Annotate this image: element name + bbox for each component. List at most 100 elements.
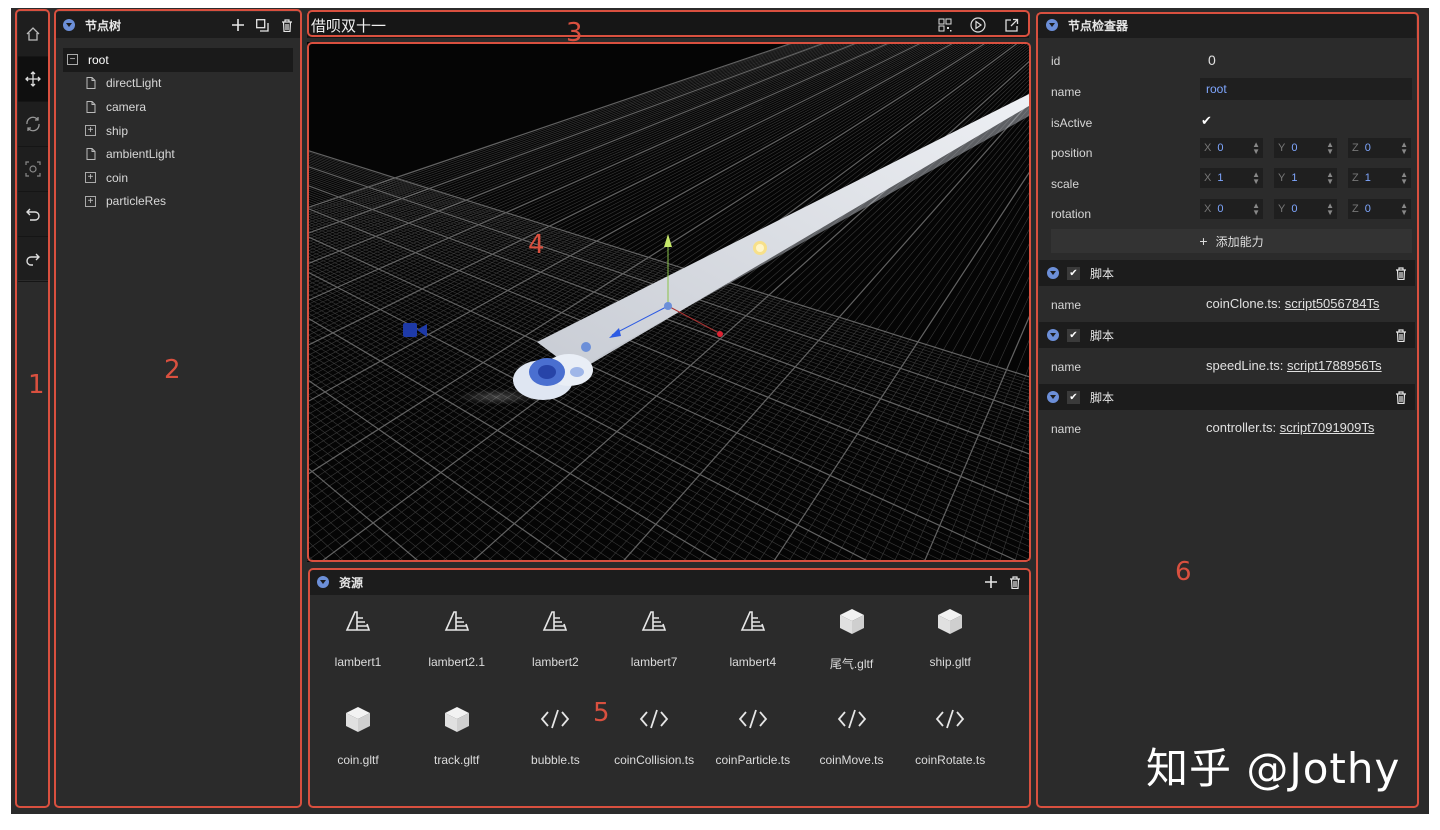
collapse-icon[interactable] [1047, 267, 1059, 279]
script-enable-checkbox[interactable]: ✔ [1067, 266, 1080, 280]
id-value: 0 [1208, 52, 1216, 68]
asset-item[interactable]: coinRotate.ts [901, 699, 999, 767]
collapse-icon[interactable] [63, 19, 75, 31]
expand-node-icon[interactable]: + [85, 195, 96, 207]
tree-node-row[interactable]: + particleRes [63, 190, 293, 214]
asset-label: bubble.ts [531, 753, 580, 767]
scale-y-field[interactable]: Y 1 ▲ ▼ [1274, 168, 1337, 188]
position-x-field[interactable]: X 0 ▲ ▼ [1200, 138, 1263, 158]
stepper-icon[interactable]: ▲ ▼ [1252, 202, 1260, 217]
add-node-icon[interactable] [232, 19, 244, 31]
add-ability-button[interactable]: + 添加能力 [1051, 229, 1412, 253]
script-link[interactable]: script1788956Ts [1287, 358, 1382, 373]
asset-item[interactable]: lambert7 [605, 601, 703, 669]
expand-node-icon[interactable]: + [85, 172, 96, 184]
asset-item[interactable]: coinParticle.ts [704, 699, 802, 767]
name-input[interactable]: root [1200, 78, 1412, 100]
material-icon [408, 601, 506, 641]
script-file: coinClone.ts: [1206, 296, 1285, 311]
rotation-y-field[interactable]: Y 0 ▲ ▼ [1274, 199, 1337, 219]
scale-z-value: 1 [1364, 172, 1371, 184]
asset-item[interactable]: lambert1 [309, 601, 407, 669]
collapse-icon[interactable] [1047, 391, 1059, 403]
asset-label: lambert7 [630, 655, 678, 669]
collapse-node-icon[interactable]: − [67, 54, 78, 66]
asset-label: lambert4 [729, 655, 777, 669]
asset-item[interactable]: ship.gltf [901, 601, 999, 669]
asset-item[interactable]: track.gltf [408, 699, 506, 767]
asset-item[interactable]: lambert2.1 [408, 601, 506, 669]
position-y-field[interactable]: Y 0 ▲ ▼ [1274, 138, 1337, 158]
undo-button[interactable] [18, 192, 48, 237]
tree-node-row[interactable]: camera [63, 95, 293, 119]
scale-z-field[interactable]: Z 1 ▲ ▼ [1348, 168, 1411, 188]
redo-button[interactable] [18, 237, 48, 282]
stepper-icon[interactable]: ▲ ▼ [1326, 202, 1334, 217]
collapse-icon[interactable] [1046, 19, 1058, 31]
play-icon[interactable] [970, 17, 986, 33]
node-tree-title: 节点树 [85, 18, 122, 33]
asset-item[interactable]: coinCollision.ts [605, 699, 703, 767]
stepper-icon[interactable]: ▲ ▼ [1400, 141, 1408, 156]
material-icon [309, 601, 407, 641]
collapse-icon[interactable] [317, 576, 329, 588]
position-x-value: 0 [1217, 142, 1224, 154]
asset-item[interactable]: bubble.ts [506, 699, 604, 767]
annotation-number-6: 6 [1175, 557, 1192, 587]
script-link[interactable]: script5056784Ts [1285, 296, 1380, 311]
asset-item[interactable]: 尾气.gltf [803, 601, 901, 672]
tree-node-label: camera [106, 99, 147, 114]
annotation-number-4: 4 [528, 230, 545, 260]
tree-node-row[interactable]: ambientLight [63, 142, 293, 166]
script-enable-checkbox[interactable]: ✔ [1067, 328, 1080, 342]
asset-label: ship.gltf [929, 655, 971, 669]
stepper-icon[interactable]: ▲ ▼ [1252, 171, 1260, 186]
home-button[interactable] [18, 12, 48, 57]
tree-node-row[interactable]: directLight [63, 72, 293, 96]
tree-node-row[interactable]: + ship [63, 119, 293, 143]
script-link[interactable]: script7091909Ts [1280, 420, 1375, 435]
focus-tool-button[interactable] [18, 147, 48, 192]
qrcode-icon[interactable] [938, 18, 952, 32]
position-z-value: 0 [1364, 142, 1371, 154]
asset-item[interactable]: lambert4 [704, 601, 802, 669]
collapse-icon[interactable] [1047, 329, 1059, 341]
delete-script-icon[interactable] [1395, 390, 1407, 404]
stepper-icon[interactable]: ▲ ▼ [1400, 171, 1408, 186]
add-asset-icon[interactable] [985, 576, 997, 588]
expand-node-icon[interactable]: + [85, 125, 96, 137]
delete-node-icon[interactable] [281, 18, 293, 32]
scene-viewport[interactable] [307, 42, 1029, 562]
scale-x-field[interactable]: X 1 ▲ ▼ [1200, 168, 1263, 188]
axis-label: Y [1278, 203, 1286, 215]
asset-label: 尾气.gltf [829, 657, 874, 671]
delete-script-icon[interactable] [1395, 328, 1407, 342]
rotate-tool-button[interactable] [18, 102, 48, 147]
asset-item[interactable]: coinMove.ts [803, 699, 901, 767]
asset-item[interactable]: coin.gltf [309, 699, 407, 767]
scale-label: scale [1051, 177, 1080, 191]
stepper-icon[interactable]: ▲ ▼ [1252, 141, 1260, 156]
rotation-z-field[interactable]: Z 0 ▲ ▼ [1348, 199, 1411, 219]
add-ability-label: 添加能力 [1215, 234, 1264, 249]
move-tool-button[interactable] [18, 57, 48, 102]
delete-script-icon[interactable] [1395, 266, 1407, 280]
script-row: name speedLine.ts: script1788956Ts [1051, 358, 1411, 374]
undo-icon [26, 208, 40, 221]
asset-item[interactable]: lambert2 [506, 601, 604, 669]
viewport-title-bar: 借呗双十一 [307, 12, 1029, 38]
tree-node-row[interactable]: + coin [63, 166, 293, 190]
isactive-checkbox[interactable]: ✔ [1201, 113, 1212, 129]
scene-toolbar [18, 12, 48, 282]
share-icon[interactable] [1004, 18, 1019, 33]
stepper-icon[interactable]: ▲ ▼ [1326, 171, 1334, 186]
rotation-x-field[interactable]: X 0 ▲ ▼ [1200, 199, 1263, 219]
stepper-icon[interactable]: ▲ ▼ [1326, 141, 1334, 156]
script-enable-checkbox[interactable]: ✔ [1067, 390, 1080, 404]
stepper-icon[interactable]: ▲ ▼ [1400, 202, 1408, 217]
annotation-number-1: 1 [28, 370, 45, 400]
delete-asset-icon[interactable] [1009, 575, 1021, 589]
tree-root-row[interactable]: − root [63, 48, 293, 72]
position-z-field[interactable]: Z 0 ▲ ▼ [1348, 138, 1411, 158]
copy-node-icon[interactable] [256, 18, 269, 32]
